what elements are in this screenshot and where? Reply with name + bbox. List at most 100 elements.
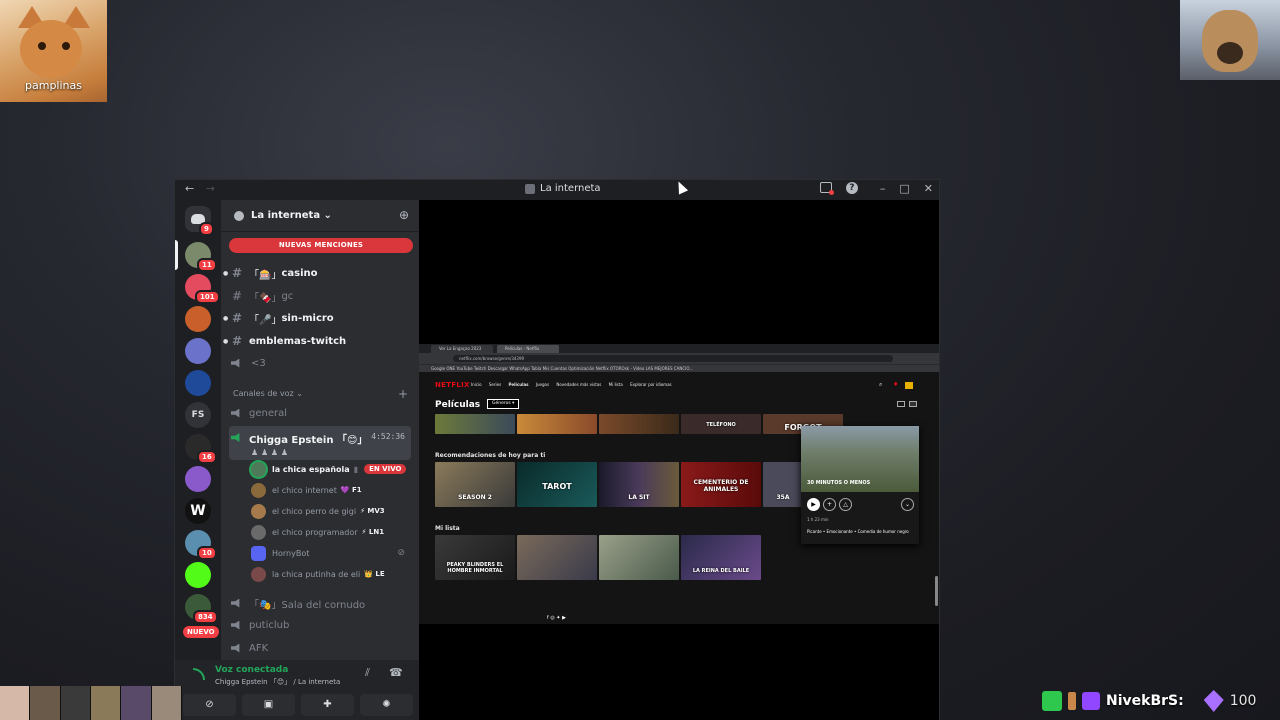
voice-channel-path[interactable]: Chigga Epstein 「😊」 / La interneta (215, 677, 340, 687)
server-icon[interactable]: 16 (185, 434, 217, 464)
speaker-icon (231, 358, 240, 368)
screen-share-icon[interactable]: ▣ (242, 694, 295, 716)
voice-channel-active[interactable]: Chigga Epstein 「😊」 4:52:36 ♟ ♟ ♟ ♟ (229, 426, 411, 460)
inbox-icon[interactable] (819, 182, 834, 195)
server-icon[interactable]: 10 (185, 530, 217, 560)
nav-arrows: ← → (185, 182, 223, 195)
live-badge: EN VIVO (364, 464, 407, 474)
row-label: Recomendaciones de hoy para ti (435, 452, 546, 459)
voice-channel-sala[interactable]: 「🎭」Sala del cornudo (229, 593, 411, 613)
new-mentions-banner[interactable]: NUEVAS MENCIONES (229, 238, 413, 253)
voice-user[interactable]: el chico perro de gigi ⚡ MV3 (251, 501, 411, 521)
new-servers-badge[interactable]: NUEVO (183, 626, 219, 638)
preview-tags: Picante • Emocionante • Comedia de humor… (807, 529, 909, 534)
voice-channel-general[interactable]: general (229, 403, 411, 423)
window-title: La interneta (525, 183, 601, 194)
channel-emoji: 「🎰」 (249, 269, 282, 281)
title-tile: PEAKY BLINDERS EL HOMBRE INMORTAL (435, 535, 515, 580)
server-icon (525, 183, 535, 194)
avatar (251, 566, 266, 582)
channel-emblemas-twitch[interactable]: ● # emblemas-twitch (223, 331, 411, 351)
maximize-button[interactable]: □ (899, 182, 909, 195)
voice-user[interactable]: HornyBot ⊘ (251, 543, 411, 563)
voice-user[interactable]: la chica putinha de eli 👑 LE (251, 564, 411, 584)
badge: 9 (199, 222, 214, 236)
voice-user[interactable]: el chico internet 💜 F1 (251, 480, 411, 500)
browser-toolbar: netflix.com/browse/genre/34399 (419, 353, 939, 364)
title-tile (435, 414, 515, 434)
preview-image: 30 MINUTOS O MENOS (801, 426, 919, 492)
title-tile: 35A (763, 462, 803, 507)
title-tile: LA REINA DEL BAILE (681, 535, 761, 580)
server-icon[interactable]: W (185, 498, 211, 524)
voice-channel-afk[interactable]: AFK (229, 638, 411, 658)
user-name: la chica putinha de eli (272, 569, 361, 579)
back-button[interactable]: ← (185, 182, 194, 195)
hash-icon: # (231, 334, 243, 348)
unread-indicator: ● (223, 314, 229, 322)
voice-category[interactable]: Canales de voz ⌄ + (233, 387, 408, 401)
nav-item: Mi lista (608, 382, 623, 387)
server-header[interactable]: La interneta ⌄ ⊕ (221, 200, 419, 232)
forward-button[interactable]: → (206, 182, 215, 195)
title-tile (599, 535, 679, 580)
minimize-button[interactable]: – (880, 182, 886, 195)
server-icon[interactable]: FS (185, 402, 211, 428)
channel-gc[interactable]: # 「🍫」 gc (229, 286, 411, 306)
server-icon[interactable]: 101 (185, 274, 220, 304)
cat-eye (38, 42, 46, 50)
disconnect-icon[interactable]: ☎ (389, 666, 403, 679)
activities-icon[interactable]: ✚ (301, 694, 354, 716)
deafened-icon: ⊘ (397, 548, 405, 558)
server-icon[interactable] (185, 466, 211, 492)
soundboard-icon[interactable]: ✺ (360, 694, 413, 716)
scrollbar (935, 576, 938, 606)
streamer-name: NivekBrS: (1106, 693, 1184, 709)
server-icon[interactable]: 834 (185, 594, 218, 624)
avatar (251, 461, 266, 477)
chevron-down-icon: ⌄ (901, 498, 914, 511)
stream-view[interactable]: Ver La Engaçao 2023 Online Películas - N… (419, 200, 939, 720)
shared-browser: Ver La Engaçao 2023 Online Películas - N… (419, 344, 939, 624)
unread-indicator: ● (223, 269, 229, 277)
close-button[interactable]: ✕ (924, 182, 933, 195)
netflix-logo: NETFLIX (435, 381, 470, 389)
avatar (251, 524, 266, 540)
browser-tab: Películas - Netflix (497, 345, 559, 353)
brush-icon (1042, 691, 1062, 711)
title-tile: SEASON 2 (435, 462, 515, 507)
battery-icon (1068, 692, 1076, 710)
discord-home-icon[interactable]: 9 (185, 206, 214, 236)
server-icon[interactable] (185, 562, 211, 588)
add-channel-icon[interactable]: + (398, 387, 408, 401)
avatar (251, 503, 266, 519)
server-icon[interactable] (185, 338, 211, 364)
voice-user[interactable]: la chica española ▮ EN VIVO (251, 459, 411, 479)
channel-sin-micro[interactable]: ● # 「🎤」 sin-micro (223, 308, 411, 328)
play-icon: ▶ (807, 498, 820, 511)
window-controls: ? – □ ✕ (819, 182, 933, 195)
channel-casino[interactable]: ● # 「🎰」 casino (223, 263, 411, 283)
channel-heart[interactable]: <3 (229, 353, 411, 373)
channel-name: casino (281, 267, 318, 279)
channel-name: Chigga Epstein 「😊」 (249, 435, 368, 446)
camera-off-icon[interactable]: ⊘ (183, 694, 236, 716)
server-icon[interactable] (185, 370, 211, 396)
voice-channel-puticlub[interactable]: puticlub (229, 615, 411, 635)
help-icon[interactable]: ? (845, 182, 858, 194)
channel-name: <3 (251, 357, 266, 369)
nav-item: Novedades más vistas (556, 382, 602, 387)
server-icon[interactable]: 11 (185, 242, 217, 272)
channel-name: AFK (249, 642, 269, 654)
invite-icon[interactable]: ⊕ (399, 208, 409, 222)
voice-status[interactable]: Voz conectada (215, 665, 288, 675)
speaker-icon (231, 598, 240, 608)
noise-suppression-icon[interactable]: ⫽ (365, 666, 370, 680)
voice-user[interactable]: el chico programador ⚡ LN1 (251, 522, 411, 542)
user-name: HornyBot (272, 548, 310, 558)
add-icon: + (823, 498, 836, 511)
page-title: Películas (435, 400, 481, 410)
nav-item: Inicio (471, 382, 482, 387)
server-icon[interactable] (185, 306, 211, 332)
voice-panel: Voz conectada Chigga Epstein 「😊」 / La in… (175, 660, 419, 720)
